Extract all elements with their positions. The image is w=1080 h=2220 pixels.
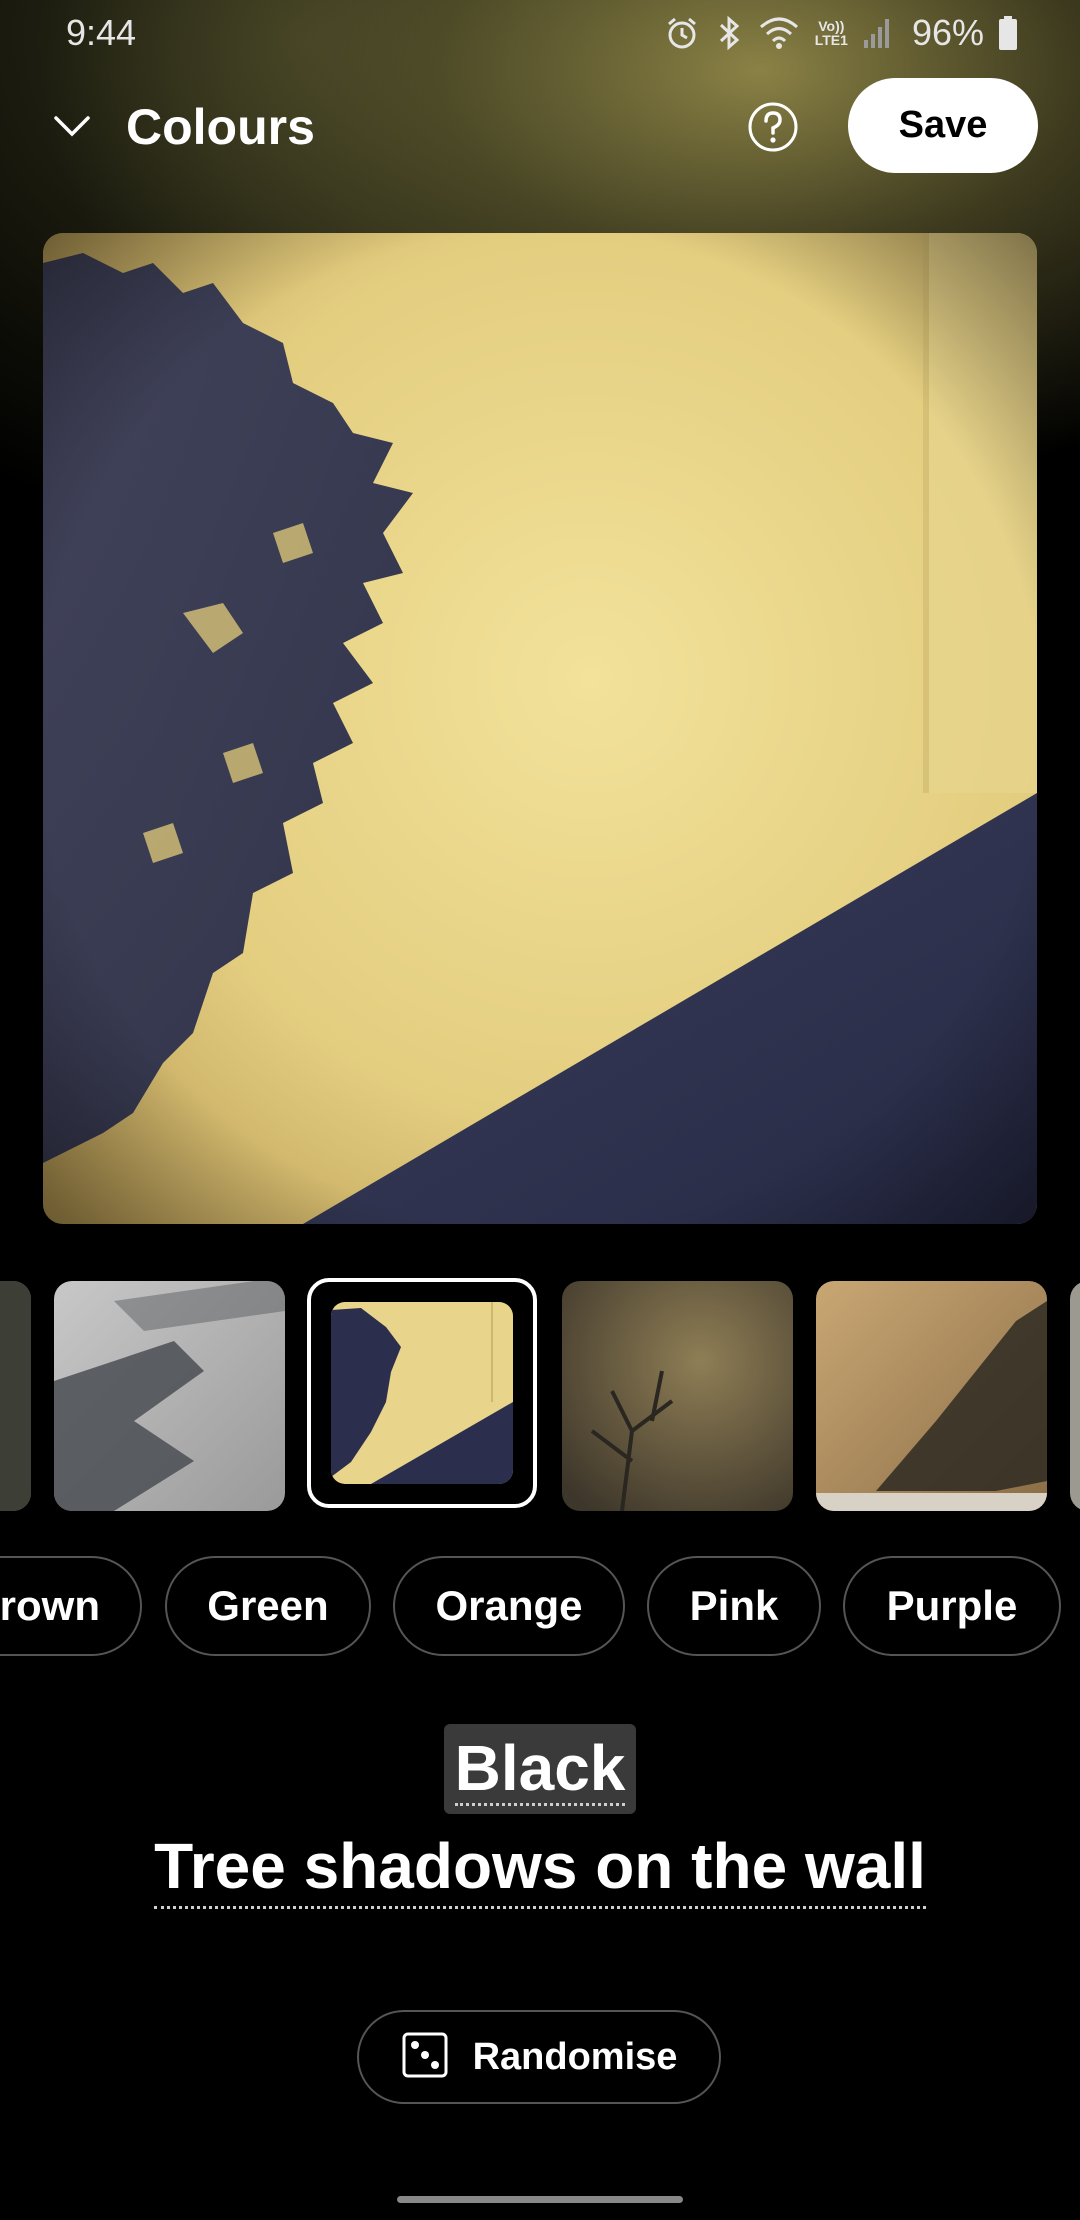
- selected-color-name: Black: [444, 1724, 636, 1814]
- wallpaper-title-label: Tree shadows on the wall: [154, 1826, 926, 1909]
- wifi-icon: [757, 15, 801, 51]
- volte-label: Vo)): [818, 18, 845, 34]
- wallpaper-thumbnail[interactable]: [562, 1281, 793, 1511]
- status-icons: Vo)) LTE1 96%: [663, 10, 1018, 56]
- battery-icon: [998, 15, 1018, 51]
- wallpaper-thumbnail-selected[interactable]: [307, 1278, 537, 1508]
- battery-percent: 96%: [911, 12, 984, 53]
- wallpaper-thumbnail[interactable]: [0, 1281, 31, 1511]
- wallpaper-thumbnail[interactable]: [816, 1281, 1047, 1511]
- color-chip[interactable]: Purple: [843, 1556, 1061, 1656]
- signal-icon: [862, 16, 892, 50]
- wallpaper-title: Tree shadows on the wall: [0, 1826, 1080, 1909]
- volte-icon: Vo)) LTE1: [815, 19, 848, 47]
- chevron-down-icon[interactable]: [50, 106, 94, 146]
- color-chip[interactable]: Orange: [393, 1556, 625, 1656]
- color-chip[interactable]: rown: [0, 1556, 142, 1656]
- bluetooth-icon: [715, 14, 743, 52]
- wallpaper-thumbnails: [0, 1278, 1080, 1514]
- alarm-icon: [663, 14, 701, 52]
- color-chip-label: Pink: [689, 1582, 779, 1629]
- page-title: Colours: [126, 99, 315, 155]
- wallpaper-thumbnail[interactable]: [54, 1281, 285, 1511]
- color-chip-label: Purple: [886, 1582, 1018, 1629]
- selected-thumbnail-image: [331, 1302, 513, 1484]
- color-chip-label: rown: [0, 1582, 100, 1629]
- randomise-button[interactable]: Randomise: [357, 2010, 721, 2104]
- lte-label: LTE1: [814, 32, 848, 48]
- color-chip-label: Orange: [435, 1582, 583, 1629]
- color-chip-label: Green: [207, 1582, 329, 1629]
- app-bar: Colours Save: [0, 70, 1080, 180]
- wallpaper-preview: [43, 233, 1037, 1224]
- color-chip[interactable]: Green: [165, 1556, 371, 1656]
- color-chip[interactable]: Pink: [647, 1556, 821, 1656]
- wallpaper-colours-screen: 9:44 Vo)) LTE1 96% Colours Save rown Gre…: [0, 0, 1080, 2220]
- randomise-label: Randomise: [472, 2035, 678, 2078]
- selected-color-label: Black: [454, 1731, 626, 1806]
- status-time: 9:44: [66, 12, 137, 53]
- color-chip-row: rown Green Orange Pink Purple: [0, 1556, 1080, 1656]
- save-button[interactable]: Save: [848, 78, 1038, 173]
- help-icon[interactable]: [747, 101, 799, 153]
- wallpaper-thumbnail[interactable]: [1070, 1281, 1080, 1511]
- dice-icon: [401, 2031, 449, 2084]
- navigation-handle[interactable]: [397, 2196, 683, 2203]
- status-bar: 9:44 Vo)) LTE1 96%: [0, 0, 1080, 66]
